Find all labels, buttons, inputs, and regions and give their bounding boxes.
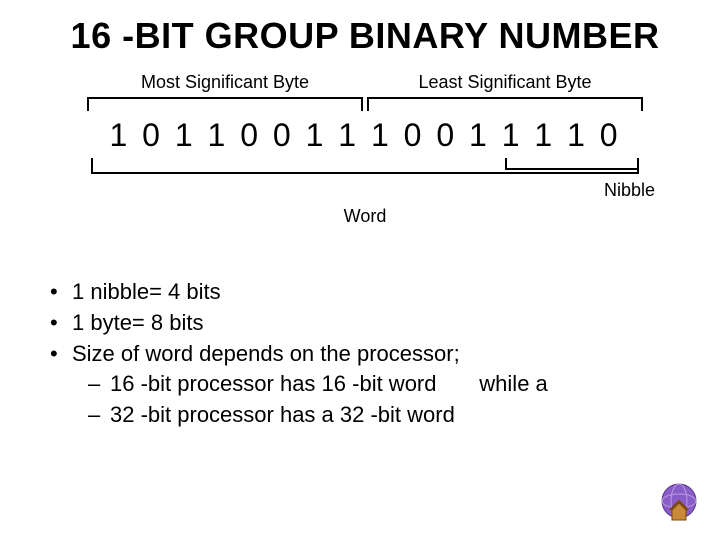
slide: 16 -BIT GROUP BINARY NUMBER Most Signifi… — [0, 0, 720, 540]
binary-bits: 1 0 1 1 0 0 1 1 1 0 0 1 1 1 1 0 — [85, 111, 645, 158]
bullet-marker: • — [50, 339, 72, 370]
word-label: Word — [85, 206, 645, 227]
sub-bullet-1-text: 16 -bit processor has 16 -bit word while… — [110, 369, 548, 400]
lower-brackets: Nibble — [85, 158, 645, 174]
sub-bullet-1: – 16 -bit processor has 16 -bit word whi… — [50, 369, 690, 400]
bullet-marker: • — [50, 277, 72, 308]
lsb-label: Least Significant Byte — [365, 72, 645, 97]
bullet-3-text: Size of word depends on the processor; — [72, 339, 460, 370]
bullet-marker: • — [50, 308, 72, 339]
slide-title: 16 -BIT GROUP BINARY NUMBER — [40, 15, 690, 57]
nibble-bracket — [505, 158, 639, 170]
lsb-bracket — [367, 97, 643, 111]
bullet-1: • 1 nibble= 4 bits — [50, 277, 690, 308]
bullet-3: • Size of word depends on the processor; — [50, 339, 690, 370]
binary-diagram: Most Significant Byte Least Significant … — [85, 72, 645, 257]
bullet-1-text: 1 nibble= 4 bits — [72, 277, 221, 308]
msb-label: Most Significant Byte — [85, 72, 365, 97]
byte-labels-row: Most Significant Byte Least Significant … — [85, 72, 645, 97]
nibble-label: Nibble — [535, 180, 655, 201]
sub-bullet-2-text: 32 -bit processor has a 32 -bit word — [110, 400, 455, 431]
dash-marker: – — [88, 400, 110, 431]
globe-home-svg — [656, 480, 702, 526]
sub-bullet-1a: 16 -bit processor has 16 -bit word — [110, 371, 437, 396]
dash-marker: – — [88, 369, 110, 400]
bullet-list: • 1 nibble= 4 bits • 1 byte= 8 bits • Si… — [50, 277, 690, 431]
msb-bracket — [87, 97, 363, 111]
bullet-2: • 1 byte= 8 bits — [50, 308, 690, 339]
byte-brackets — [85, 97, 645, 111]
sub-bullet-2: – 32 -bit processor has a 32 -bit word — [50, 400, 690, 431]
bullet-2-text: 1 byte= 8 bits — [72, 308, 203, 339]
home-globe-icon[interactable] — [656, 480, 702, 526]
sub-bullet-1b: while a — [479, 371, 547, 396]
